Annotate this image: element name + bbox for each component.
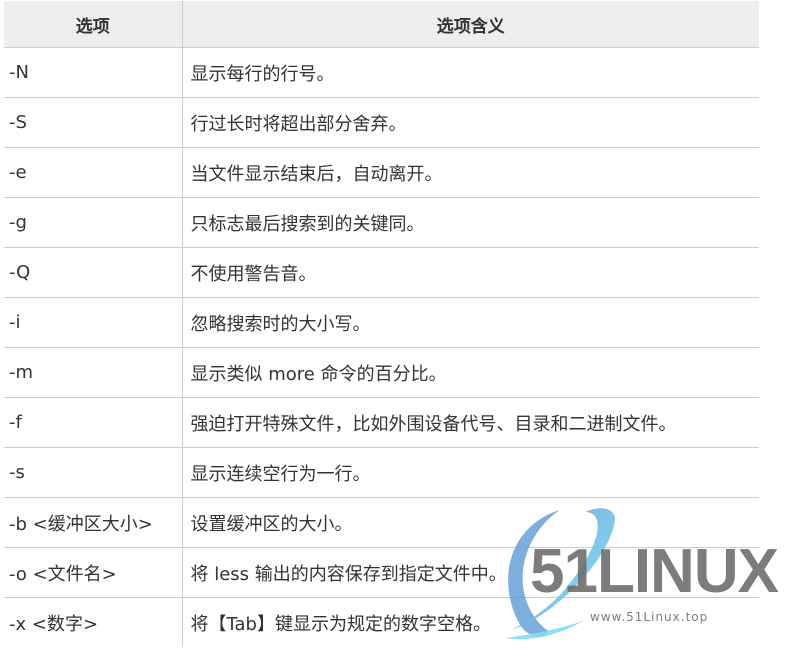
meaning-cell: 忽略搜索时的大小写。 (182, 297, 759, 348)
table-row: -b <缓冲区大小> 设置缓冲区的大小。 (4, 497, 759, 548)
meaning-cell: 将 less 输出的内容保存到指定文件中。 (182, 547, 759, 598)
table-row: -N 显示每行的行号。 (4, 47, 759, 98)
meaning-cell: 显示类似 more 命令的百分比。 (182, 347, 759, 398)
meaning-cell: 强迫打开特殊文件，比如外围设备代号、目录和二进制文件。 (182, 397, 759, 448)
options-table: 选项 选项含义 -N 显示每行的行号。 -S 行过长时将超出部分舍弃。 -e 当… (4, 1, 759, 647)
meaning-cell: 不使用警告音。 (182, 247, 759, 298)
table-row: -o <文件名> 将 less 输出的内容保存到指定文件中。 (4, 547, 759, 598)
table-row: -e 当文件显示结束后，自动离开。 (4, 147, 759, 198)
option-cell: -g (4, 197, 183, 248)
meaning-cell: 将【Tab】键显示为规定的数字空格。 (190, 613, 491, 635)
meaning-cell: 当文件显示结束后，自动离开。 (182, 147, 759, 198)
header-meaning: 选项含义 (182, 1, 759, 48)
table-row: -f 强迫打开特殊文件，比如外围设备代号、目录和二进制文件。 (4, 397, 759, 448)
option-cell: -o <文件名> (4, 547, 183, 598)
header-option: 选项 (4, 1, 183, 48)
option-cell: -x <数字> (4, 597, 183, 647)
meaning-cell: 显示连续空行为一行。 (182, 447, 759, 498)
option-cell: -e (4, 147, 183, 198)
table-header-row: 选项 选项含义 (4, 1, 759, 48)
option-cell: -Q (4, 247, 183, 298)
meaning-cell: 显示每行的行号。 (182, 47, 759, 98)
meaning-cell: 设置缓冲区的大小。 (182, 497, 759, 548)
table-row: -m 显示类似 more 命令的百分比。 (4, 347, 759, 398)
table-row: -x <数字> 将【Tab】键显示为规定的数字空格。 (4, 597, 759, 647)
option-cell: -i (4, 297, 183, 348)
meaning-cell: 只标志最后搜索到的关键同。 (182, 197, 759, 248)
option-cell: -f (4, 397, 183, 448)
option-cell: -b <缓冲区大小> (4, 497, 183, 548)
table-row: -S 行过长时将超出部分舍弃。 (4, 97, 759, 148)
table-row: -Q 不使用警告音。 (4, 247, 759, 298)
option-cell: -s (4, 447, 183, 498)
option-cell: -S (4, 97, 183, 148)
option-cell: -N (4, 47, 183, 98)
table-row: -s 显示连续空行为一行。 (4, 447, 759, 498)
meaning-cell: 行过长时将超出部分舍弃。 (182, 97, 759, 148)
table-row: -i 忽略搜索时的大小写。 (4, 297, 759, 348)
table-row: -g 只标志最后搜索到的关键同。 (4, 197, 759, 248)
option-cell: -m (4, 347, 183, 398)
